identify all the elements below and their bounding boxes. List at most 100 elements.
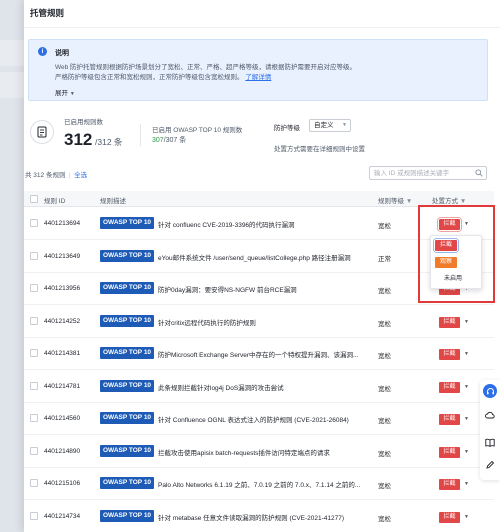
- rule-level: 宽松: [378, 353, 391, 360]
- expand-toggle[interactable]: 展开 ▼: [55, 87, 75, 97]
- rule-level: 宽松: [378, 223, 391, 230]
- row-checkbox[interactable]: [30, 381, 38, 390]
- filter-bar: 共 312 条规则 | 全选: [24, 166, 494, 182]
- owasp-tag: OWASP TOP 10: [100, 509, 155, 522]
- table-row[interactable]: 4401215106 OWASP TOP 10 Palo Alto Networks…: [24, 468, 494, 500]
- select-all-link[interactable]: 全选: [74, 172, 87, 179]
- filter-icon[interactable]: ▼: [406, 198, 412, 205]
- column-action-label: 处置方式: [432, 198, 458, 205]
- rule-id: 4401215106: [44, 480, 81, 487]
- column-rule-level[interactable]: 规则等级 ▼: [378, 195, 412, 205]
- rule-level: 宽松: [378, 418, 391, 425]
- table-row[interactable]: 4401214381 OWASP TOP 10 防护Microsoft Exchan…: [24, 338, 494, 370]
- table-row[interactable]: 4401214560 OWASP TOP 10 针对 Confluence OGNL…: [24, 403, 494, 435]
- protection-level-select[interactable]: 自定义 ▼: [309, 119, 351, 132]
- rule-description: 针对 metabase 任意文件读取漏洞的防护规则 (CVE-2021-4127…: [158, 514, 345, 522]
- search-input[interactable]: [370, 167, 470, 179]
- rule-total: 共 312 条规则 | 全选: [25, 172, 88, 179]
- rule-level: 宽松: [378, 450, 391, 458]
- search-icon[interactable]: [475, 169, 483, 177]
- owasp-rules-count: 307: [152, 137, 164, 144]
- book-icon[interactable]: [483, 435, 497, 449]
- action-badge: 拦截: [439, 349, 460, 360]
- action-badge: 拦截: [439, 511, 460, 523]
- rule-level: 宽松: [378, 385, 391, 393]
- column-rule-id: 规则 ID: [44, 198, 66, 205]
- action-select[interactable]: 拦截 ▼: [439, 316, 471, 328]
- rule-description: 拦截攻击使用apisix batch-requests插件访问特定端点的请求: [158, 449, 330, 457]
- rule-description: 防护Microsoft Exchange Server中存在的一个特权提升漏洞、…: [158, 352, 359, 359]
- info-icon: i: [38, 47, 47, 56]
- rule-level: 宽松: [378, 515, 391, 523]
- rule-description: Palo Alto Networks 6.1.19 之前、7.0.19 之前的 …: [158, 482, 361, 489]
- row-checkbox[interactable]: [30, 414, 38, 422]
- action-select[interactable]: 拦截 ▼: [439, 479, 471, 490]
- select-all-checkbox[interactable]: [30, 195, 38, 203]
- row-checkbox[interactable]: [30, 316, 38, 325]
- column-rule-desc: 规则描述: [100, 198, 126, 205]
- row-checkbox[interactable]: [30, 349, 38, 357]
- rule-level: 正常: [378, 255, 391, 263]
- table-row[interactable]: 4401214890 OWASP TOP 10 拦截攻击使用apisix batch…: [24, 436, 494, 468]
- owasp-tag: OWASP TOP 10: [100, 282, 155, 294]
- chevron-down-icon: ▼: [464, 448, 469, 455]
- owasp-tag: OWASP TOP 10: [100, 412, 155, 424]
- owasp-tag: OWASP TOP 10: [100, 379, 155, 392]
- column-action[interactable]: 处置方式 ▼: [432, 195, 466, 205]
- row-checkbox[interactable]: [30, 251, 38, 260]
- rule-description: 针对critix远程代码执行的防护规则: [158, 319, 256, 327]
- action-select[interactable]: 拦截 ▼: [439, 446, 471, 458]
- document-icon: [30, 120, 54, 144]
- action-badge: 拦截: [439, 479, 460, 490]
- owasp-tag: OWASP TOP 10: [100, 217, 155, 229]
- rule-id: 4401213956: [44, 285, 81, 292]
- protection-level-label: 防护等级: [274, 125, 300, 132]
- row-checkbox[interactable]: [30, 511, 38, 520]
- search-box[interactable]: [369, 166, 487, 180]
- rule-level: 宽松: [378, 320, 391, 328]
- enabled-rules-count: 312: [64, 130, 93, 149]
- protection-level-hint: 处置方式需要在详细规则中设置: [274, 146, 365, 153]
- row-checkbox[interactable]: [30, 219, 38, 227]
- filter-icon[interactable]: ▼: [460, 198, 466, 205]
- enabled-rules-label: 已启用规则数: [64, 119, 103, 126]
- drawer-title: 托管规则: [24, 0, 500, 28]
- row-checkbox[interactable]: [30, 284, 38, 292]
- rule-id: 4401214381: [44, 350, 81, 357]
- headset-icon[interactable]: [483, 384, 497, 398]
- expand-label: 展开: [55, 90, 68, 97]
- edit-icon[interactable]: [483, 458, 497, 472]
- learn-more-link[interactable]: 了解详情: [245, 74, 271, 81]
- background-page: [0, 0, 24, 532]
- row-checkbox[interactable]: [30, 479, 38, 487]
- protection-level-value: 自定义: [314, 122, 334, 129]
- row-checkbox[interactable]: [30, 446, 38, 455]
- rule-description: 防护0day漏洞：要安得NS-NGFW 前台RCE漏洞: [158, 287, 297, 294]
- owasp-tag: OWASP TOP 10: [100, 347, 155, 359]
- owasp-tag: OWASP TOP 10: [100, 249, 155, 262]
- action-select[interactable]: 拦截 ▼: [439, 511, 471, 523]
- chevron-down-icon: ▼: [464, 318, 469, 325]
- action-select[interactable]: 拦截 ▼: [439, 381, 471, 393]
- rule-id: 4401214252: [44, 317, 81, 325]
- table-row[interactable]: 4401214734 OWASP TOP 10 针对 metabase 任意文件读取…: [24, 501, 494, 532]
- table-row[interactable]: 4401214252 OWASP TOP 10 针对critix远程代码执行的防护规…: [24, 306, 494, 338]
- enabled-rules-total: /312 条: [95, 137, 123, 147]
- table-row[interactable]: 4401214781 OWASP TOP 10 此条规则拦截针对log4j DoS漏…: [24, 371, 494, 403]
- rule-id: 4401214890: [44, 447, 81, 455]
- rule-description: 针对 confluenc CVE-2019-3396的代码执行漏洞: [158, 222, 295, 229]
- rule-id: 4401214734: [44, 512, 81, 520]
- chevron-down-icon: ▼: [342, 122, 347, 128]
- chevron-down-icon: ▼: [464, 383, 469, 390]
- action-select[interactable]: 拦截 ▼: [439, 349, 471, 360]
- action-select[interactable]: 拦截 ▼: [439, 414, 471, 425]
- stats-panel: 已启用规则数 312 /312 条 已启用 OWASP TOP 10 规则数 3…: [28, 110, 488, 157]
- rule-id: 4401214781: [44, 382, 81, 390]
- rule-id: 4401213649: [44, 252, 81, 260]
- cloud-icon[interactable]: [483, 408, 497, 422]
- owasp-rules-value: 307/307 条: [152, 135, 186, 145]
- info-banner: i 说明 Web 防护托管规则根据防护场景划分了宽松、正常、严格、超严格等级，请…: [28, 39, 488, 101]
- action-badge: 拦截: [439, 316, 460, 328]
- info-line-1: Web 防护托管规则根据防护场景划分了宽松、正常、严格、超严格等级，请根据防护需…: [55, 64, 357, 71]
- divider: [140, 124, 141, 146]
